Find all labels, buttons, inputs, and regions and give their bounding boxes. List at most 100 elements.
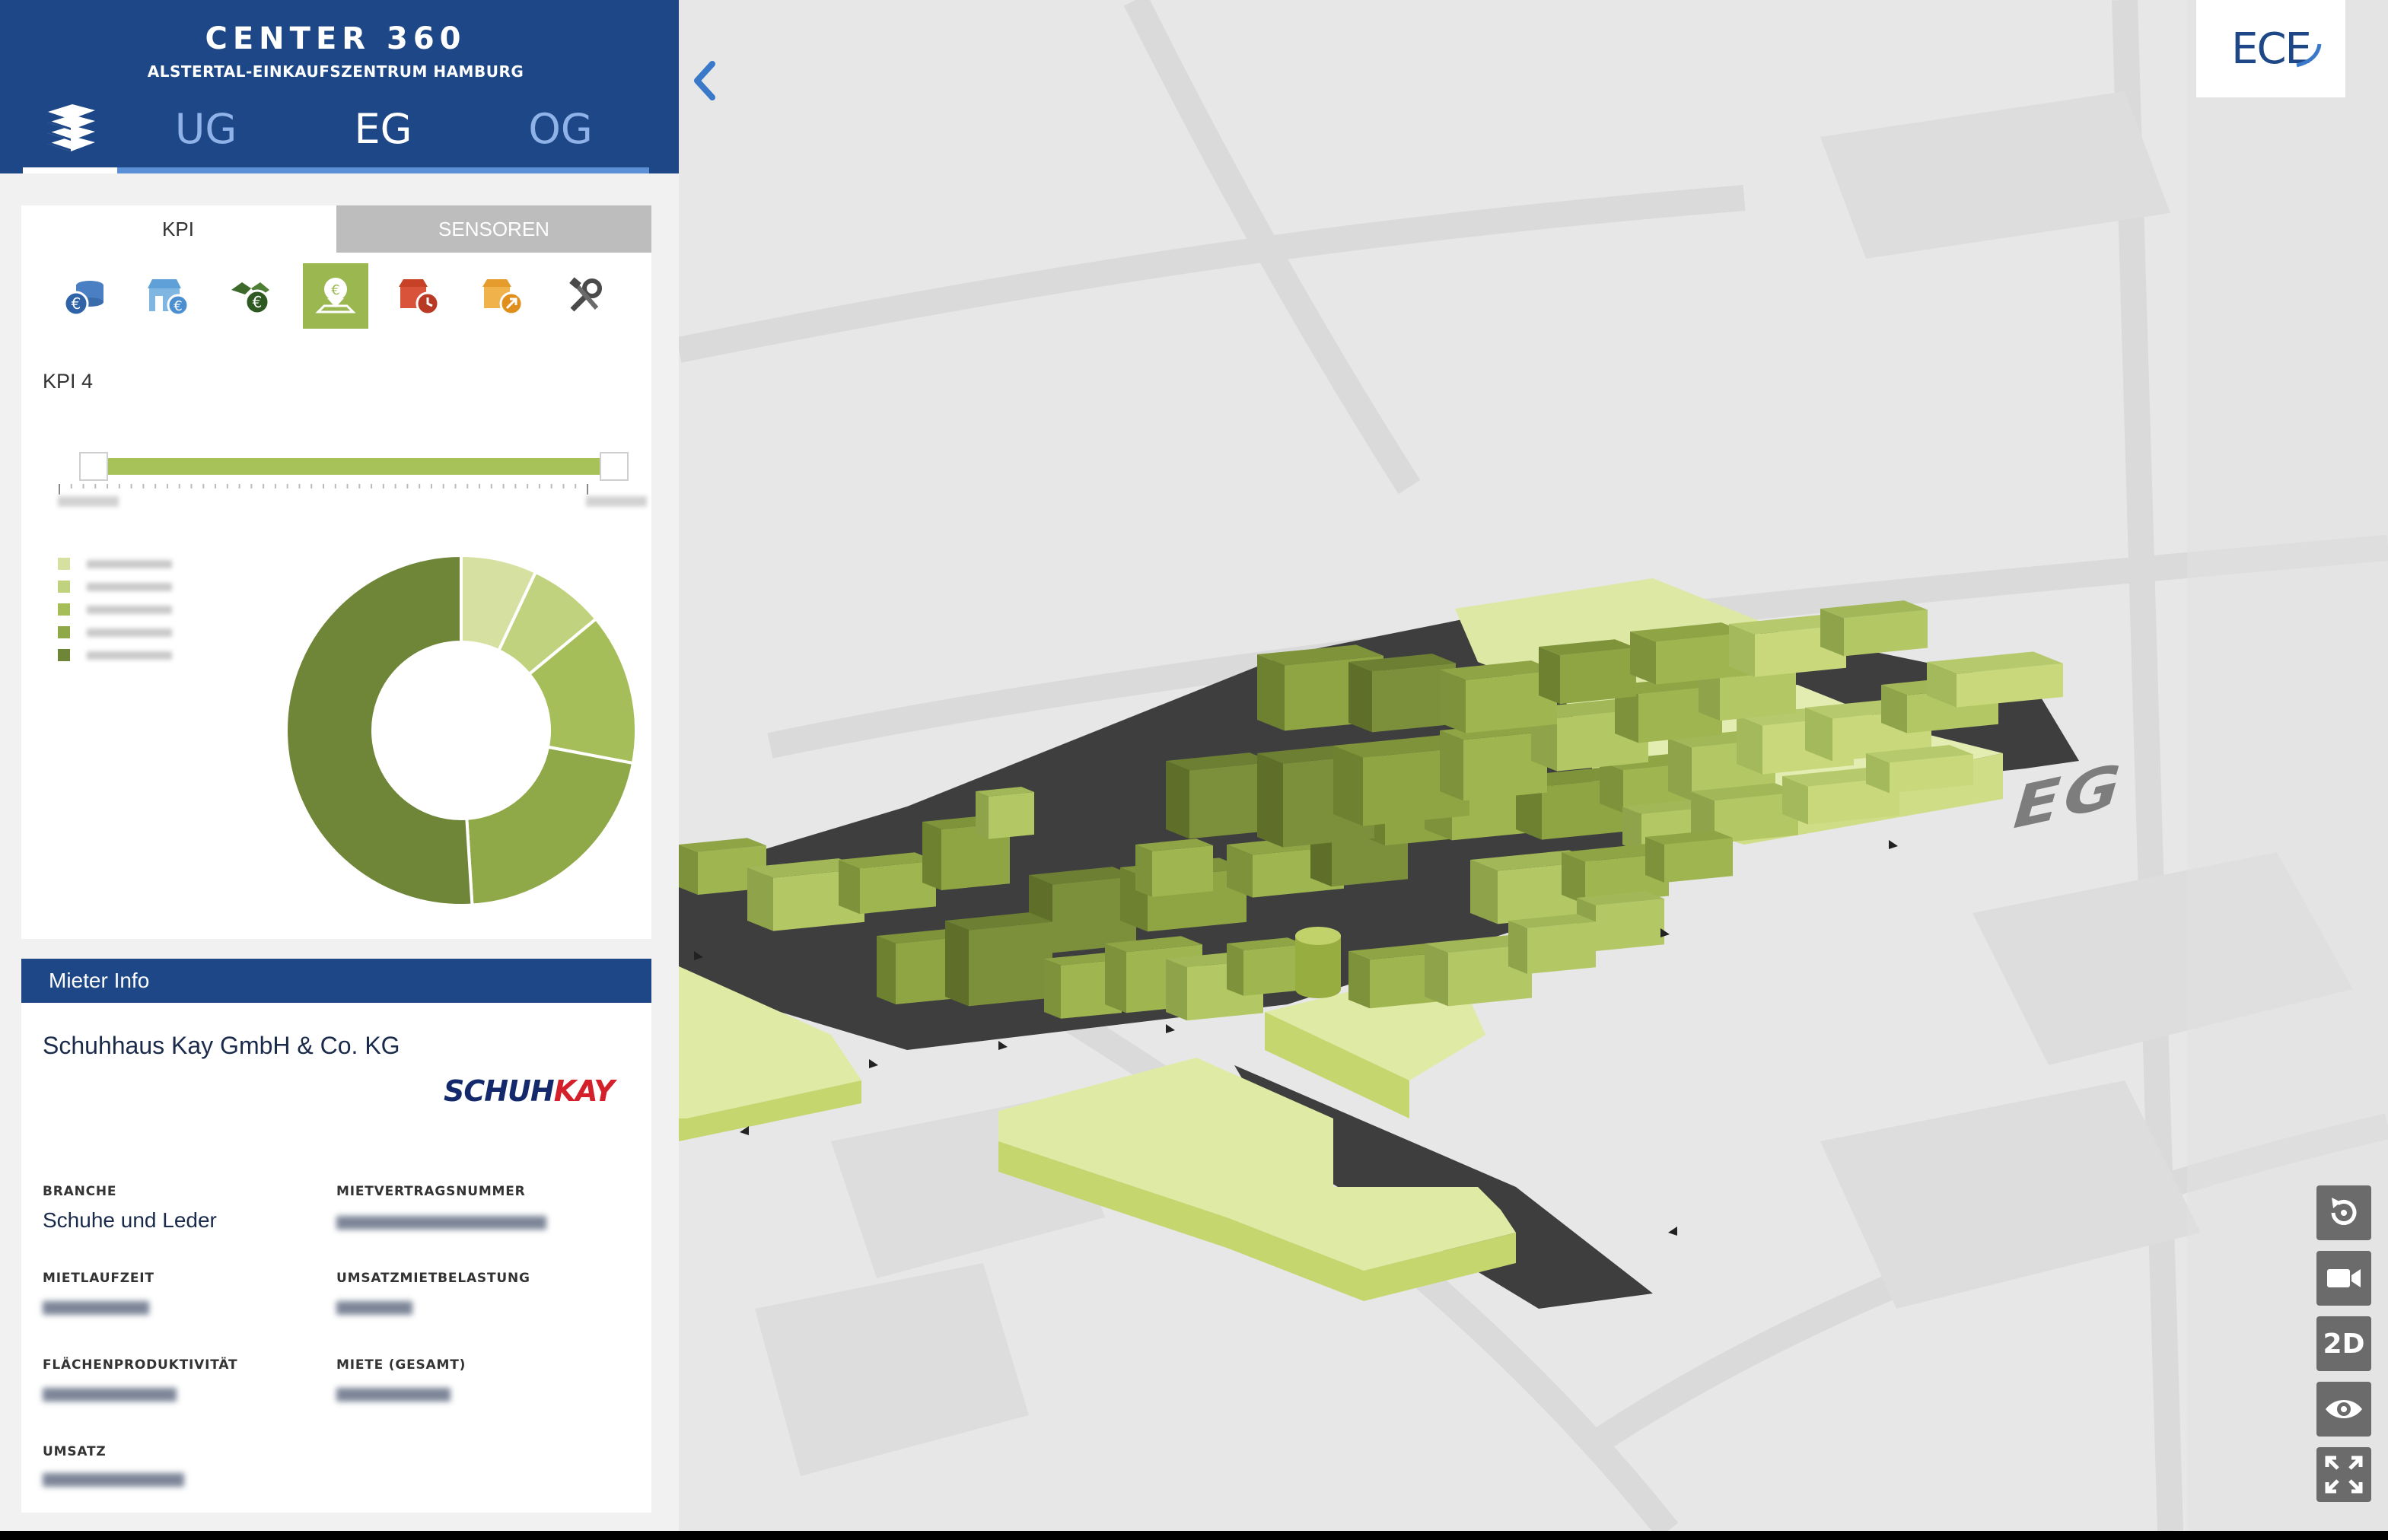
sidebar: CENTER 360 ALSTERTAL-EINKAUFSZENTRUM HAM… bbox=[0, 0, 679, 1531]
euro-coins-icon: € bbox=[63, 281, 103, 317]
building-wall[interactable] bbox=[1720, 670, 1796, 721]
donut-slice[interactable] bbox=[285, 553, 474, 907]
building-side[interactable] bbox=[1348, 662, 1372, 733]
legend-item bbox=[58, 644, 210, 667]
camera-button[interactable] bbox=[2316, 1251, 2371, 1306]
building-side[interactable] bbox=[1105, 943, 1126, 1013]
building-side[interactable] bbox=[1645, 837, 1664, 883]
slider-ticks bbox=[59, 484, 588, 495]
cylinder-building bbox=[1295, 927, 1341, 998]
app-subtitle: ALSTERTAL-EINKAUFSZENTRUM HAMBURG bbox=[147, 62, 524, 81]
building-side[interactable] bbox=[1166, 959, 1187, 1021]
map-3d-view[interactable]: ECE EG 2D bbox=[679, 0, 2388, 1531]
app-title: CENTER 360 bbox=[205, 21, 466, 56]
reset-view-icon bbox=[2331, 1198, 2357, 1225]
building-side[interactable] bbox=[1737, 715, 1762, 775]
kpi-map-pin-euro-button[interactable]: € bbox=[303, 263, 368, 329]
building-wall[interactable] bbox=[1560, 648, 1636, 705]
kpi-tools-button[interactable] bbox=[554, 263, 619, 329]
ece-logo: ECE bbox=[2196, 0, 2345, 97]
tenant-info-header: Mieter Info bbox=[21, 959, 651, 1003]
tab-all-floors[interactable] bbox=[23, 90, 117, 173]
kpi-store-clock-button[interactable] bbox=[387, 263, 452, 329]
eye-icon bbox=[2326, 1400, 2362, 1418]
building-side[interactable] bbox=[1668, 738, 1692, 801]
miete-value bbox=[336, 1388, 451, 1402]
building-side[interactable] bbox=[877, 936, 896, 1004]
legend-label bbox=[87, 628, 172, 637]
legend-item bbox=[58, 575, 210, 598]
building-side[interactable] bbox=[839, 860, 860, 915]
building-side[interactable] bbox=[1425, 943, 1448, 1007]
building-wall[interactable] bbox=[969, 921, 1052, 1007]
view-2d-button[interactable]: 2D bbox=[2316, 1316, 2371, 1371]
slider-min-handle[interactable] bbox=[79, 452, 108, 481]
map-pin-euro-icon: € bbox=[315, 278, 356, 313]
tab-floor-og[interactable]: OG bbox=[472, 90, 649, 173]
building-side[interactable] bbox=[747, 867, 773, 931]
legend-swatch bbox=[58, 558, 70, 570]
building-wall[interactable] bbox=[1527, 921, 1596, 974]
tab-floor-og-label: OG bbox=[528, 104, 593, 153]
building-side[interactable] bbox=[1166, 761, 1189, 839]
tenant-logo: SCHUHKAY bbox=[444, 1074, 615, 1108]
building-side[interactable] bbox=[1257, 753, 1283, 848]
building-side[interactable] bbox=[679, 845, 698, 895]
kpi-shop-euro-button[interactable]: € bbox=[135, 263, 201, 329]
building-side[interactable] bbox=[1470, 860, 1498, 924]
building-side[interactable] bbox=[1508, 921, 1527, 974]
building-side[interactable] bbox=[922, 822, 941, 890]
building-side[interactable] bbox=[1333, 746, 1363, 826]
legend-label bbox=[87, 605, 172, 614]
building-side[interactable] bbox=[945, 921, 969, 1007]
legend-label bbox=[87, 559, 172, 568]
kpi-panel: KPI SENSOREN € € € € KPI 4 bbox=[21, 205, 651, 939]
building-side[interactable] bbox=[1257, 654, 1285, 731]
building-side[interactable] bbox=[1440, 730, 1463, 801]
kpi-handshake-euro-button[interactable]: € bbox=[219, 263, 285, 329]
kpi-icon-bar: € € € € bbox=[52, 263, 645, 329]
tab-sensoren[interactable]: SENSOREN bbox=[336, 205, 651, 253]
app-window: CENTER 360 ALSTERTAL-EINKAUFSZENTRUM HAM… bbox=[0, 0, 2388, 1531]
legend-swatch bbox=[58, 649, 70, 661]
legend-label bbox=[87, 651, 172, 660]
legend-swatch bbox=[58, 603, 70, 616]
building-side[interactable] bbox=[1135, 845, 1152, 897]
building-wall[interactable] bbox=[1596, 899, 1664, 951]
tools-icon bbox=[569, 277, 602, 312]
mietlaufzeit-label: MIETLAUFZEIT bbox=[43, 1271, 154, 1286]
collapse-sidebar-arrow-icon[interactable] bbox=[686, 58, 724, 103]
donut-slice[interactable] bbox=[465, 745, 635, 907]
mietlaufzeit-value bbox=[43, 1301, 149, 1315]
reset-view-button[interactable] bbox=[2316, 1185, 2371, 1240]
building-side[interactable] bbox=[976, 791, 989, 839]
slider-min-value bbox=[58, 496, 119, 507]
tab-floor-eg[interactable]: EG bbox=[295, 90, 472, 173]
umsatzmietbelastung-value bbox=[336, 1301, 412, 1315]
building-side[interactable] bbox=[1539, 647, 1560, 705]
building-side[interactable] bbox=[1440, 670, 1466, 733]
building-wall[interactable] bbox=[1664, 838, 1733, 883]
miete-label: MIETE (GESAMT) bbox=[336, 1357, 466, 1373]
umsatz-value bbox=[43, 1473, 184, 1487]
layers-icon bbox=[48, 104, 95, 151]
kpi-shop-arrow-button[interactable] bbox=[470, 263, 536, 329]
building-side[interactable] bbox=[1044, 959, 1061, 1019]
visibility-button[interactable] bbox=[2316, 1382, 2371, 1437]
building-wall[interactable] bbox=[989, 791, 1034, 839]
building-side[interactable] bbox=[1348, 951, 1370, 1009]
branche-label: BRANCHE bbox=[43, 1184, 117, 1199]
tab-floor-ug[interactable]: UG bbox=[117, 90, 295, 173]
tab-kpi[interactable]: KPI bbox=[21, 205, 335, 253]
kpi-range-slider[interactable] bbox=[58, 449, 647, 510]
slider-max-handle[interactable] bbox=[600, 452, 629, 481]
legend-item bbox=[58, 552, 210, 575]
kpi-euro-coins-button[interactable]: € bbox=[52, 263, 117, 329]
shop-arrow-icon bbox=[482, 279, 524, 316]
slider-max-value bbox=[586, 496, 647, 507]
svg-text:€: € bbox=[72, 294, 81, 313]
building-wall[interactable] bbox=[1152, 845, 1213, 897]
legend-item bbox=[58, 598, 210, 621]
building-side[interactable] bbox=[1227, 943, 1243, 996]
fullscreen-button[interactable] bbox=[2316, 1447, 2371, 1502]
